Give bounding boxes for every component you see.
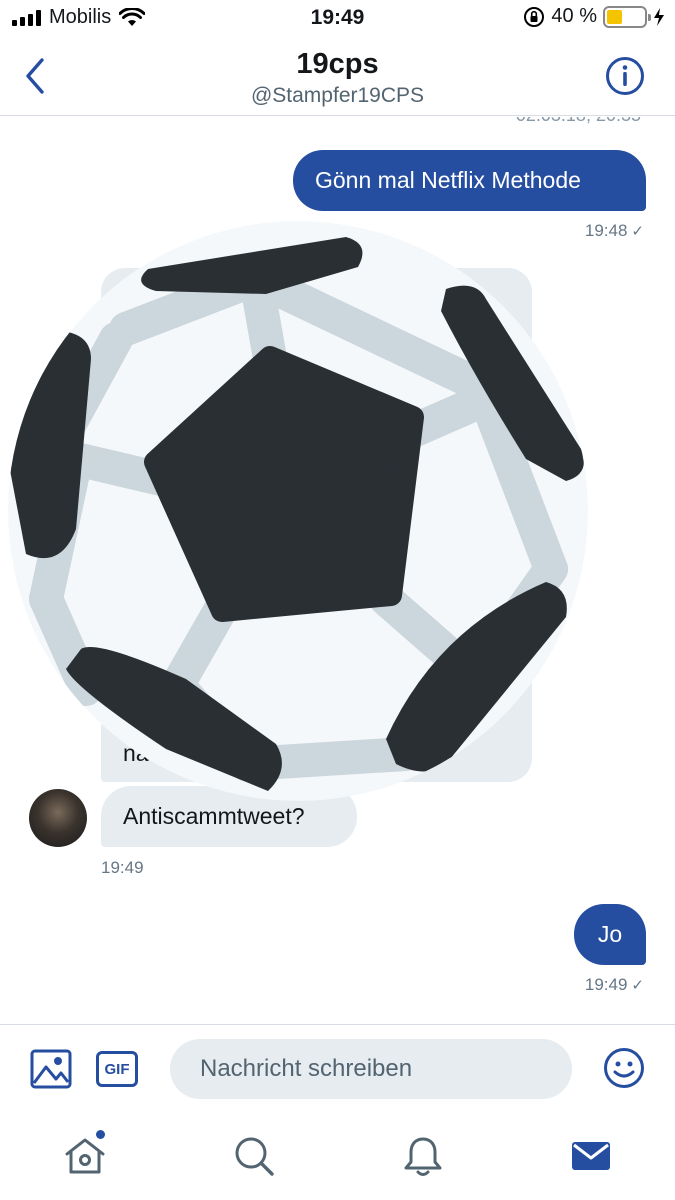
conversation-title[interactable]: 19cps — [0, 48, 675, 81]
message-composer: GIF — [0, 1024, 675, 1112]
search-icon[interactable] — [232, 1134, 276, 1178]
message-bubble-outgoing[interactable]: Jo — [574, 904, 646, 965]
status-bar: Mobilis 19:49 40 % — [0, 0, 675, 38]
home-icon[interactable] — [63, 1134, 107, 1178]
charging-icon — [654, 7, 664, 26]
previous-timestamp: 02.03.18, 20:35 — [516, 117, 641, 126]
rotation-lock-icon — [524, 6, 545, 27]
soccer-ball-icon — [8, 221, 588, 801]
status-right: 40 % — [523, 5, 665, 28]
message-input[interactable] — [170, 1039, 572, 1099]
message-timestamp: 19:49 — [101, 858, 144, 877]
conversation-header: 19cps @Stampfer19CPS — [0, 38, 675, 116]
messages-icon[interactable] — [569, 1134, 613, 1178]
sent-check-icon: ✓ — [631, 977, 644, 994]
image-icon[interactable] — [30, 1049, 72, 1089]
emoji-icon[interactable] — [603, 1047, 645, 1089]
info-icon[interactable] — [605, 56, 645, 96]
message-timestamp: 19:49 ✓ — [584, 975, 644, 994]
message-timestamp: 19:48 ✓ — [584, 221, 644, 240]
battery-percent: 40 % — [551, 5, 597, 27]
gif-icon[interactable]: GIF — [96, 1051, 138, 1087]
sent-check-icon: ✓ — [631, 223, 644, 240]
message-text: Antiscammtweet? — [123, 803, 305, 829]
battery-icon — [603, 5, 651, 28]
notifications-icon[interactable] — [401, 1134, 445, 1178]
message-text: Jo — [597, 921, 623, 947]
tab-bar — [0, 1112, 675, 1200]
message-text: Gönn mal Netflix Methode — [315, 167, 581, 193]
message-bubble-outgoing[interactable]: Gönn mal Netflix Methode — [293, 150, 646, 211]
conversation-handle[interactable]: @Stampfer19CPS — [0, 84, 675, 108]
notification-dot — [96, 1130, 105, 1139]
message-thread[interactable]: 02.03.18, 20:35 Gönn mal Netflix Methode… — [0, 117, 675, 1023]
